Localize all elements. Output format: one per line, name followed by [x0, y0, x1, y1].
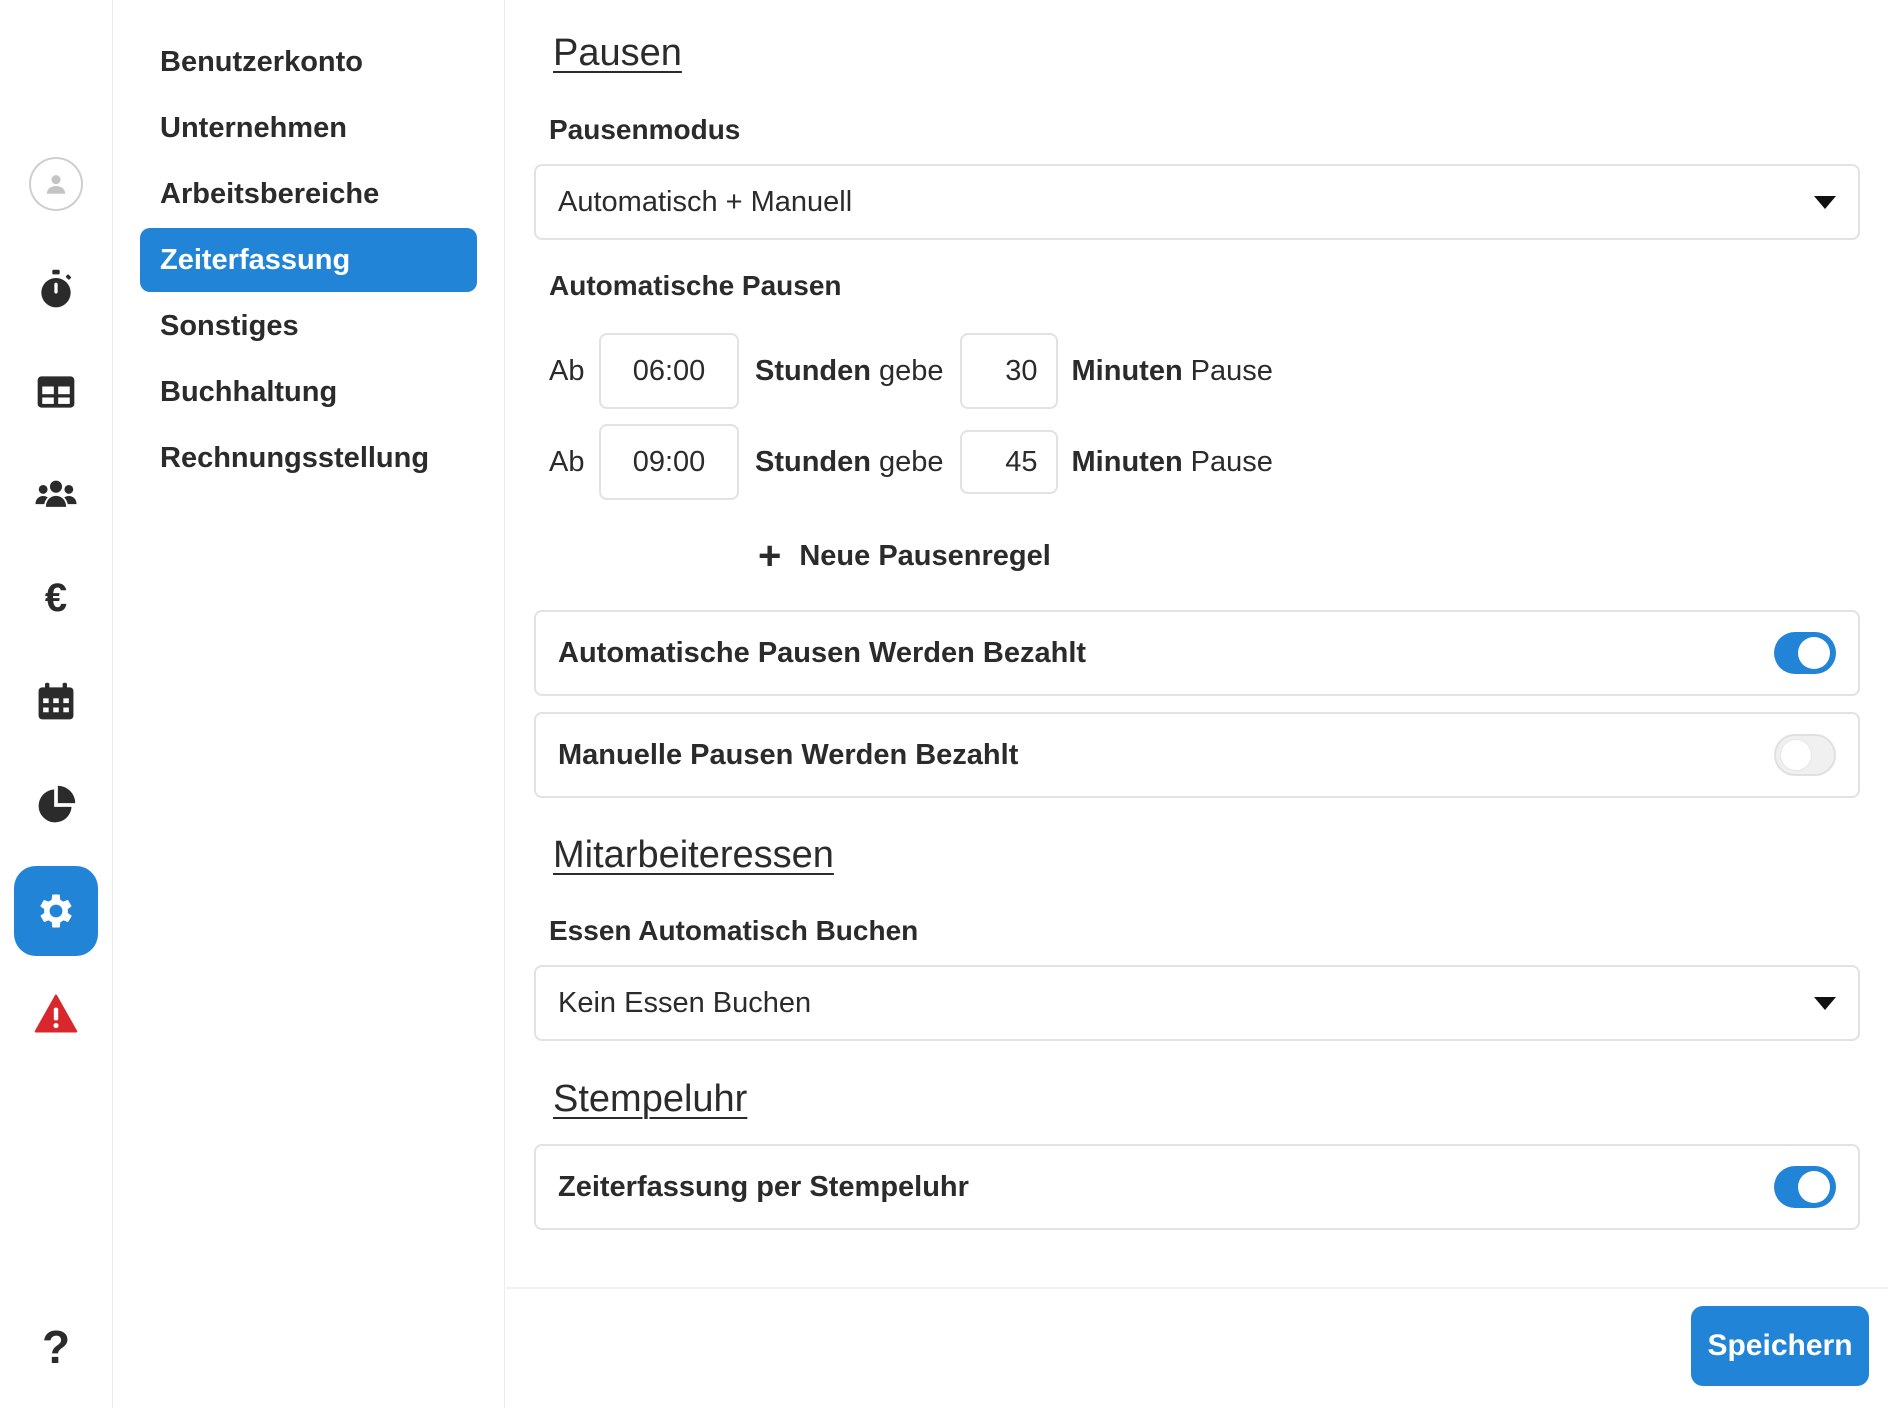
rule-give-word: gebe — [879, 354, 944, 387]
submenu-item-zeiterfassung[interactable]: Zeiterfassung — [140, 228, 477, 292]
rail-item-calendar[interactable] — [14, 660, 98, 744]
user-avatar-icon — [29, 157, 83, 211]
table-grid-icon — [37, 376, 75, 408]
rail-item-table[interactable] — [14, 350, 98, 434]
rail-item-team[interactable] — [14, 452, 98, 536]
submenu-item-unternehmen[interactable]: Unternehmen — [140, 96, 477, 160]
rule-minutes-input[interactable]: 30 — [959, 333, 1058, 409]
rule-hours-input[interactable]: 06:00 — [599, 333, 739, 409]
settings-content: Pausen Pausenmodus Automatisch + Manuell… — [506, 0, 1888, 1408]
pausenmodus-label: Pausenmodus — [549, 114, 741, 145]
rule-minutes-input[interactable]: 45 — [959, 430, 1058, 494]
settings-submenu: Benutzerkonto Unternehmen Arbeitsbereich… — [113, 0, 505, 1408]
section-title-pausen: Pausen — [553, 32, 682, 74]
icon-rail: € ? — [0, 0, 113, 1408]
toggle-label-stempeluhr: Zeiterfassung per Stempeluhr — [558, 1170, 969, 1203]
submenu-item-sonstiges[interactable]: Sonstiges — [140, 294, 477, 358]
toggle-label-auto-paid: Automatische Pausen Werden Bezahlt — [558, 636, 1087, 669]
submenu-item-arbeitsbereiche[interactable]: Arbeitsbereiche — [140, 162, 477, 226]
help-icon: ? — [41, 1321, 71, 1373]
rule-prefix: Ab — [549, 354, 585, 387]
essen-label: Essen Automatisch Buchen — [549, 915, 919, 946]
pie-chart-icon — [38, 785, 76, 823]
gear-icon — [40, 894, 72, 928]
rail-item-account[interactable] — [14, 142, 98, 226]
toggle-knob — [1780, 739, 1812, 771]
rail-item-finance[interactable]: € — [14, 556, 98, 640]
footer-divider — [506, 1287, 1888, 1289]
rule-suffix: Pause — [1190, 354, 1273, 387]
calendar-icon — [38, 682, 74, 720]
users-group-icon — [35, 480, 77, 507]
rail-item-help[interactable]: ? — [14, 1305, 98, 1389]
toggle-switch-auto-paid[interactable] — [1774, 632, 1836, 674]
pause-rule-row: Ab 06:00 Stunden gebe 30 Minuten Pause — [549, 333, 1273, 409]
rule-hours-word: Stunden — [755, 445, 871, 478]
toggle-label-manual-paid: Manuelle Pausen Werden Bezahlt — [558, 738, 1019, 771]
toggle-switch-manual-paid[interactable] — [1774, 734, 1836, 776]
pause-rule-row: Ab 09:00 Stunden gebe 45 Minuten Pause — [549, 424, 1273, 500]
rail-item-reports[interactable] — [14, 763, 98, 847]
toggle-knob — [1798, 1171, 1830, 1203]
toggle-card-auto-paid: Automatische Pausen Werden Bezahlt — [534, 610, 1860, 696]
rule-minutes-word: Minuten — [1071, 354, 1183, 387]
plus-icon: + — [758, 534, 782, 578]
pausenmodus-value: Automatisch + Manuell — [558, 185, 853, 218]
rule-suffix: Pause — [1190, 445, 1273, 478]
toggle-knob — [1798, 637, 1830, 669]
essen-value: Kein Essen Buchen — [558, 986, 812, 1019]
section-title-stempeluhr: Stempeluhr — [553, 1078, 748, 1120]
pausenmodus-select[interactable]: Automatisch + Manuell — [534, 164, 1860, 240]
toggle-card-manual-paid: Manuelle Pausen Werden Bezahlt — [534, 712, 1860, 798]
rule-minutes-word: Minuten — [1071, 445, 1183, 478]
add-pause-rule-label: Neue Pausenregel — [799, 539, 1051, 572]
submenu-item-benutzerkonto[interactable]: Benutzerkonto — [140, 30, 477, 94]
rail-item-time[interactable] — [14, 247, 98, 331]
save-button[interactable]: Speichern — [1691, 1306, 1869, 1386]
rule-prefix: Ab — [549, 445, 585, 478]
rule-hours-word: Stunden — [755, 354, 871, 387]
rail-item-alerts[interactable] — [14, 972, 98, 1056]
automatische-pausen-label: Automatische Pausen — [549, 270, 842, 301]
section-title-mitarbeiteressen: Mitarbeiteressen — [553, 834, 834, 876]
warning-icon — [34, 994, 78, 1033]
toggle-card-stempeluhr: Zeiterfassung per Stempeluhr — [534, 1144, 1860, 1230]
add-pause-rule-button[interactable]: + Neue Pausenregel — [758, 533, 1051, 579]
euro-icon: € — [44, 575, 68, 620]
submenu-item-rechnungsstellung[interactable]: Rechnungsstellung — [140, 426, 477, 490]
submenu-item-buchhaltung[interactable]: Buchhaltung — [140, 360, 477, 424]
rail-item-settings[interactable] — [14, 866, 98, 956]
chevron-down-icon — [1814, 996, 1836, 1010]
essen-select[interactable]: Kein Essen Buchen — [534, 965, 1860, 1041]
toggle-switch-stempeluhr[interactable] — [1774, 1166, 1836, 1208]
chevron-down-icon — [1814, 195, 1836, 209]
rule-give-word: gebe — [879, 445, 944, 478]
rule-hours-input[interactable]: 09:00 — [599, 424, 739, 500]
stopwatch-icon — [41, 269, 72, 308]
